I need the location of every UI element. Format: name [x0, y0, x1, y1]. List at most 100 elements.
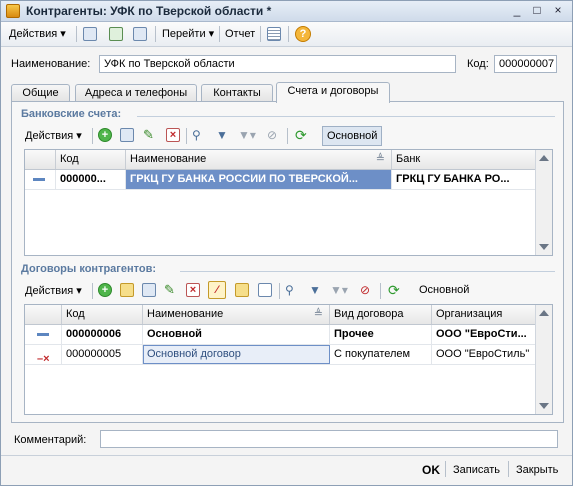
footer-separator — [445, 461, 446, 477]
help-icon[interactable]: ? — [295, 26, 311, 42]
actions-menu-button[interactable]: Действия ▾ — [9, 25, 66, 43]
column-header-code[interactable]: Код — [62, 305, 143, 324]
contracts-grid: Код Наименование ≜ Вид договора Организа… — [24, 304, 553, 415]
contracts-main-button[interactable]: Основной — [419, 284, 469, 296]
window-title: Контрагенты: УФК по Тверской области * — [26, 4, 272, 18]
tab-addresses[interactable]: Адреса и телефоны — [75, 84, 197, 102]
deleted-mark-icon: –× — [37, 353, 50, 364]
cell-contract-type: С покупателем — [330, 345, 432, 364]
clear-filter-icon[interactable]: ⊘ — [360, 283, 376, 297]
column-header-organization[interactable]: Организация — [432, 305, 536, 324]
filter-icon[interactable]: ▼ — [309, 283, 325, 297]
add-icon[interactable]: + — [98, 283, 112, 297]
close-button[interactable]: Закрыть — [516, 462, 558, 478]
bank-actions-menu-button[interactable]: Действия ▾ — [25, 129, 82, 142]
add-folder-icon[interactable] — [120, 283, 134, 297]
toolbar-separator — [155, 26, 156, 42]
cell-bank: ГРКЦ ГУ БАНКА РО... — [396, 173, 510, 185]
contracts-actions-label: Действия — [25, 285, 74, 297]
edit-pencil-icon[interactable]: ✎ — [143, 128, 157, 142]
main-window: Контрагенты: УФК по Тверской области * _… — [0, 0, 573, 486]
contracts-actions-menu-button[interactable]: Действия ▾ — [25, 284, 82, 297]
cell-organization: ООО "ЕвроСтиль" — [436, 348, 530, 360]
hierarchy-icon[interactable] — [235, 283, 249, 297]
sort-icon: ≜ — [375, 153, 385, 165]
delete-icon[interactable]: × — [186, 283, 200, 297]
maximize-button[interactable]: □ — [528, 3, 546, 18]
section-divider — [180, 271, 555, 272]
column-header-marker — [25, 150, 56, 169]
column-header-name-label: Наименование — [147, 308, 224, 320]
column-header-bank[interactable]: Банк — [392, 150, 536, 169]
close-window-button[interactable]: × — [549, 3, 567, 18]
minimize-button[interactable]: _ — [508, 3, 526, 18]
goto-menu-button[interactable]: Перейти ▾ — [162, 25, 214, 43]
row-status-icon — [33, 178, 45, 181]
save-record-icon[interactable] — [83, 27, 97, 41]
scroll-down-icon[interactable] — [539, 244, 549, 250]
toolbar-separator — [260, 26, 261, 42]
copy-icon[interactable] — [142, 283, 156, 297]
column-header-marker — [25, 305, 62, 324]
clear-filter-icon[interactable]: ⊘ — [267, 128, 283, 142]
move-to-group-icon[interactable] — [258, 283, 272, 297]
toolbar-separator — [92, 128, 93, 144]
name-field[interactable]: УФК по Тверской области — [99, 55, 456, 73]
filter-settings-icon[interactable]: ⚲ — [192, 128, 208, 142]
delete-icon[interactable]: × — [166, 128, 180, 142]
code-field[interactable]: 000000007 — [494, 55, 557, 73]
tab-general[interactable]: Общие — [11, 84, 70, 102]
refresh-icon[interactable]: ⟳ — [295, 127, 311, 143]
bank-grid-header: Код Наименование ≜ Банк — [25, 150, 536, 170]
row-marker — [25, 170, 56, 189]
add-icon[interactable]: + — [98, 128, 112, 142]
save-button[interactable]: Записать — [453, 462, 500, 478]
list-icon[interactable] — [267, 27, 281, 41]
edit-pencil-icon[interactable]: ✎ — [164, 283, 178, 297]
filter-dropdown-icon[interactable]: ▼▾ — [330, 283, 352, 297]
cell-code: 000000006 — [62, 325, 143, 344]
toolbar-separator — [186, 128, 187, 144]
scroll-down-icon[interactable] — [539, 403, 549, 409]
ok-button[interactable]: OK — [422, 462, 440, 478]
code-label: Код: — [467, 58, 489, 70]
toolbar-separator — [380, 283, 381, 299]
tab-contacts[interactable]: Контакты — [201, 84, 273, 102]
sort-icon: ≜ — [313, 308, 323, 320]
refresh-record-icon[interactable] — [109, 27, 123, 41]
column-header-name-label: Наименование — [130, 153, 207, 165]
footer-divider — [1, 455, 572, 456]
table-row[interactable]: 000000... ГРКЦ ГУ БАНКА РОССИИ ПО ТВЕРСК… — [25, 170, 536, 190]
refresh-icon[interactable]: ⟳ — [388, 282, 404, 298]
table-row[interactable]: 000000006 Основной Прочее ООО "ЕвроСти..… — [25, 325, 536, 345]
toolbar-separator — [279, 283, 280, 299]
column-header-name[interactable]: Наименование ≜ — [143, 305, 330, 324]
dropdown-arrow-icon: ▾ — [60, 28, 66, 40]
title-bar: Контрагенты: УФК по Тверской области * _… — [1, 1, 572, 22]
name-label: Наименование: — [11, 58, 91, 70]
copy-icon[interactable] — [120, 128, 134, 142]
report-button[interactable]: Отчет — [225, 25, 255, 43]
dropdown-arrow-icon: ▾ — [76, 285, 82, 297]
filter-dropdown-icon[interactable]: ▼▾ — [238, 128, 260, 142]
bank-main-button[interactable]: Основной — [322, 126, 383, 146]
mark-delete-icon[interactable]: ⁄ — [208, 281, 226, 299]
contracts-grid-scrollbar[interactable] — [535, 305, 552, 414]
copy-record-icon[interactable] — [133, 27, 147, 41]
row-status-icon — [37, 333, 49, 336]
scroll-up-icon[interactable] — [539, 155, 549, 161]
column-header-code[interactable]: Код — [56, 150, 126, 169]
scroll-up-icon[interactable] — [539, 310, 549, 316]
column-header-name[interactable]: Наименование ≜ — [126, 150, 392, 169]
bank-grid-scrollbar[interactable] — [535, 150, 552, 255]
dropdown-arrow-icon: ▾ — [208, 28, 215, 40]
filter-settings-icon[interactable]: ⚲ — [285, 283, 301, 297]
goto-menu-label: Перейти — [162, 28, 206, 40]
cell-name: Основной договор — [143, 345, 330, 364]
table-row[interactable]: –× 000000005 Основной договор С покупате… — [25, 345, 536, 365]
filter-icon[interactable]: ▼ — [216, 128, 232, 142]
dropdown-arrow-icon: ▾ — [76, 130, 82, 142]
column-header-contract-type[interactable]: Вид договора — [330, 305, 432, 324]
tab-accounts-contracts[interactable]: Счета и договоры — [276, 82, 390, 103]
comment-field[interactable] — [100, 430, 558, 448]
